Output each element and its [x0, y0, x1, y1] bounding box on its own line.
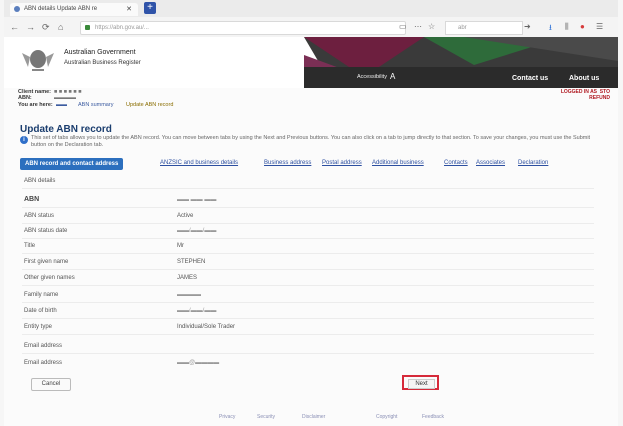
field-value-email: ▬▬@▬▬▬▬ — [177, 360, 220, 366]
field-value-dob: ▬▬/▬▬/▬▬ — [177, 308, 217, 314]
breadcrumb-abn-summary[interactable]: ABN summary — [78, 102, 113, 108]
search-box[interactable]: abr — [445, 21, 523, 35]
divider — [22, 353, 594, 354]
field-label-email: Email address — [24, 360, 63, 366]
next-button-highlight: Next — [402, 375, 439, 390]
field-value-first-name: STEPHEN — [177, 259, 206, 265]
browser-tab-bar: ABN details Update ABN re ✕ + — [4, 0, 618, 17]
page-actions-icon[interactable]: ⋯ — [414, 22, 422, 31]
browser-tab[interactable]: ABN details Update ABN re ✕ — [10, 3, 138, 16]
field-value-abn-status-date: ▬▬/▬▬/▬▬ — [177, 228, 217, 234]
forward-arrow-icon[interactable]: ➜ — [524, 22, 531, 31]
agency-name: Australian Business Register — [64, 60, 141, 66]
section-heading-email: Email address — [24, 343, 63, 349]
field-value-other-names: JAMES — [177, 275, 198, 281]
font-size-toggle[interactable]: A — [390, 72, 395, 81]
page: ABN details Update ABN re ✕ + ← → ⟳ ⌂ ht… — [4, 0, 618, 426]
tab-declaration[interactable]: Declaration — [518, 160, 548, 166]
home-icon[interactable]: ⌂ — [58, 22, 63, 32]
info-icon: i — [20, 136, 28, 144]
tab-contacts[interactable]: Contacts — [444, 160, 468, 166]
contact-us-link[interactable]: Contact us — [512, 75, 548, 82]
back-icon[interactable]: ← — [10, 22, 19, 32]
site-header: Australian Government Australian Busines… — [4, 37, 618, 88]
you-are-here-label: You are here: — [18, 102, 53, 108]
tab-associates[interactable]: Associates — [476, 160, 505, 166]
intro-text: This set of tabs allows you to update th… — [31, 135, 591, 148]
url-text: https://abn.gov.au/... — [95, 25, 149, 31]
field-label-title: Title — [24, 243, 36, 249]
record-tabs: ABN record and contact address ANZSIC an… — [20, 158, 600, 170]
field-label-abn: ABN — [24, 196, 40, 203]
divider — [22, 223, 594, 224]
user-info-bar: Client name: ABN: ■ ■ ■ ■ ■ ■ ▬▬▬▬ You a… — [4, 88, 618, 108]
footer-link-disclaimer[interactable]: Disclaimer — [302, 414, 325, 420]
field-value-abn: ▬▬ ▬▬ ▬▬ — [177, 197, 217, 203]
tab-abn-record[interactable]: ABN record and contact address — [20, 158, 124, 170]
field-label-other-names: Other given names — [24, 275, 75, 281]
tab-anzsic[interactable]: ANZSIC and business details — [160, 160, 238, 166]
divider — [22, 302, 594, 303]
reload-icon[interactable]: ⟳ — [42, 22, 50, 33]
next-button[interactable]: Next — [408, 379, 435, 389]
section-heading-abn-details: ABN details — [24, 178, 56, 184]
field-label-abn-status-date: ABN status date — [24, 228, 68, 234]
menu-icon[interactable]: ☰ — [596, 22, 603, 31]
bookmark-star-icon[interactable]: ☆ — [428, 22, 435, 31]
download-icon[interactable]: ⭳ — [549, 22, 552, 36]
search-text: abr — [458, 25, 467, 31]
field-label-dob: Date of birth — [24, 308, 57, 314]
divider — [22, 207, 594, 208]
footer-link-feedback[interactable]: Feedback — [422, 414, 444, 420]
divider — [22, 269, 594, 270]
divider — [22, 253, 594, 254]
cancel-button[interactable]: Cancel — [31, 378, 71, 391]
reader-view-icon[interactable]: ▭ — [399, 22, 407, 31]
tab-business-address[interactable]: Business address — [264, 160, 311, 166]
abn-value: ▬▬▬▬ — [54, 95, 76, 101]
logout-link[interactable]: LOGGED IN AS STO REFUND — [561, 89, 610, 101]
new-tab-button[interactable]: + — [144, 2, 156, 14]
close-tab-icon[interactable]: ✕ — [126, 5, 132, 13]
extension-icon[interactable]: ● — [580, 22, 585, 31]
abn-label: ABN: — [18, 95, 32, 101]
breadcrumb-current: Update ABN record — [126, 102, 174, 108]
forward-icon[interactable]: → — [26, 22, 35, 32]
breadcrumb-home[interactable]: ▬▬ — [56, 102, 67, 108]
address-bar[interactable]: https://abn.gov.au/... — [80, 21, 406, 35]
accessibility-link[interactable]: Accessibility — [357, 74, 387, 80]
library-icon[interactable]: ⫼ — [565, 22, 569, 32]
field-value-title: Mr — [177, 243, 184, 249]
divider — [22, 285, 594, 286]
field-label-abn-status: ABN status — [24, 213, 55, 219]
divider — [22, 238, 594, 239]
tab-postal-address[interactable]: Postal address — [322, 160, 362, 166]
field-value-family-name: ▬▬▬▬ — [177, 292, 201, 298]
site-favicon-icon — [14, 6, 20, 12]
divider — [22, 334, 594, 335]
footer-link-privacy[interactable]: Privacy — [219, 414, 235, 420]
field-value-abn-status: Active — [177, 213, 194, 219]
field-label-entity-type: Entity type — [24, 324, 53, 330]
divider — [22, 318, 594, 319]
footer-link-copyright[interactable]: Copyright — [376, 414, 397, 420]
browser-tab-title: ABN details Update ABN re — [24, 6, 98, 12]
page-title: Update ABN record — [20, 124, 112, 135]
lock-icon — [85, 25, 90, 30]
field-value-entity-type: Individual/Sole Trader — [177, 324, 236, 330]
browser-toolbar: ← → ⟳ ⌂ https://abn.gov.au/... ▭ ⋯ ☆ abr… — [4, 17, 618, 38]
footer-links: Privacy Security Disclaimer Copyright Fe… — [4, 412, 618, 422]
footer-link-security[interactable]: Security — [257, 414, 275, 420]
about-us-link[interactable]: About us — [569, 75, 599, 82]
tab-additional-business[interactable]: Additional business — [372, 160, 424, 166]
divider — [22, 188, 594, 189]
field-label-family-name: Family name — [24, 292, 59, 298]
field-label-first-name: First given name — [24, 259, 69, 265]
government-name: Australian Government — [64, 49, 136, 56]
government-crest-logo — [22, 50, 54, 71]
